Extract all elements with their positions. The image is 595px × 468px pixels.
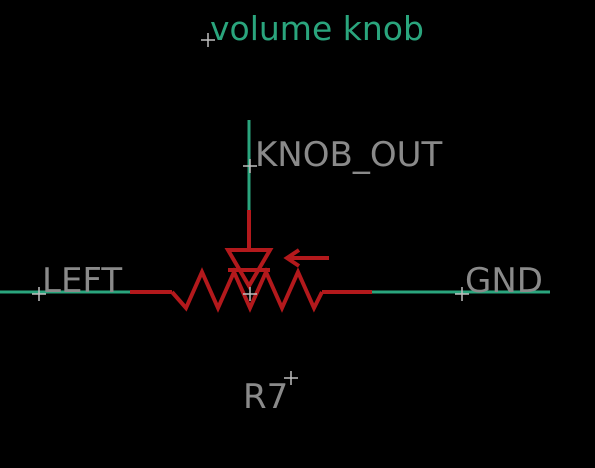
resistor-zigzag bbox=[170, 267, 324, 313]
net-label-gnd[interactable]: GND bbox=[465, 264, 543, 298]
net-label-knob-out[interactable]: KNOB_OUT bbox=[255, 138, 442, 172]
net-label-left[interactable]: LEFT bbox=[42, 264, 122, 298]
component-name-label[interactable]: R7 bbox=[243, 380, 288, 414]
schematic-canvas bbox=[0, 33, 550, 385]
component-value-label[interactable]: volume knob bbox=[210, 12, 424, 45]
